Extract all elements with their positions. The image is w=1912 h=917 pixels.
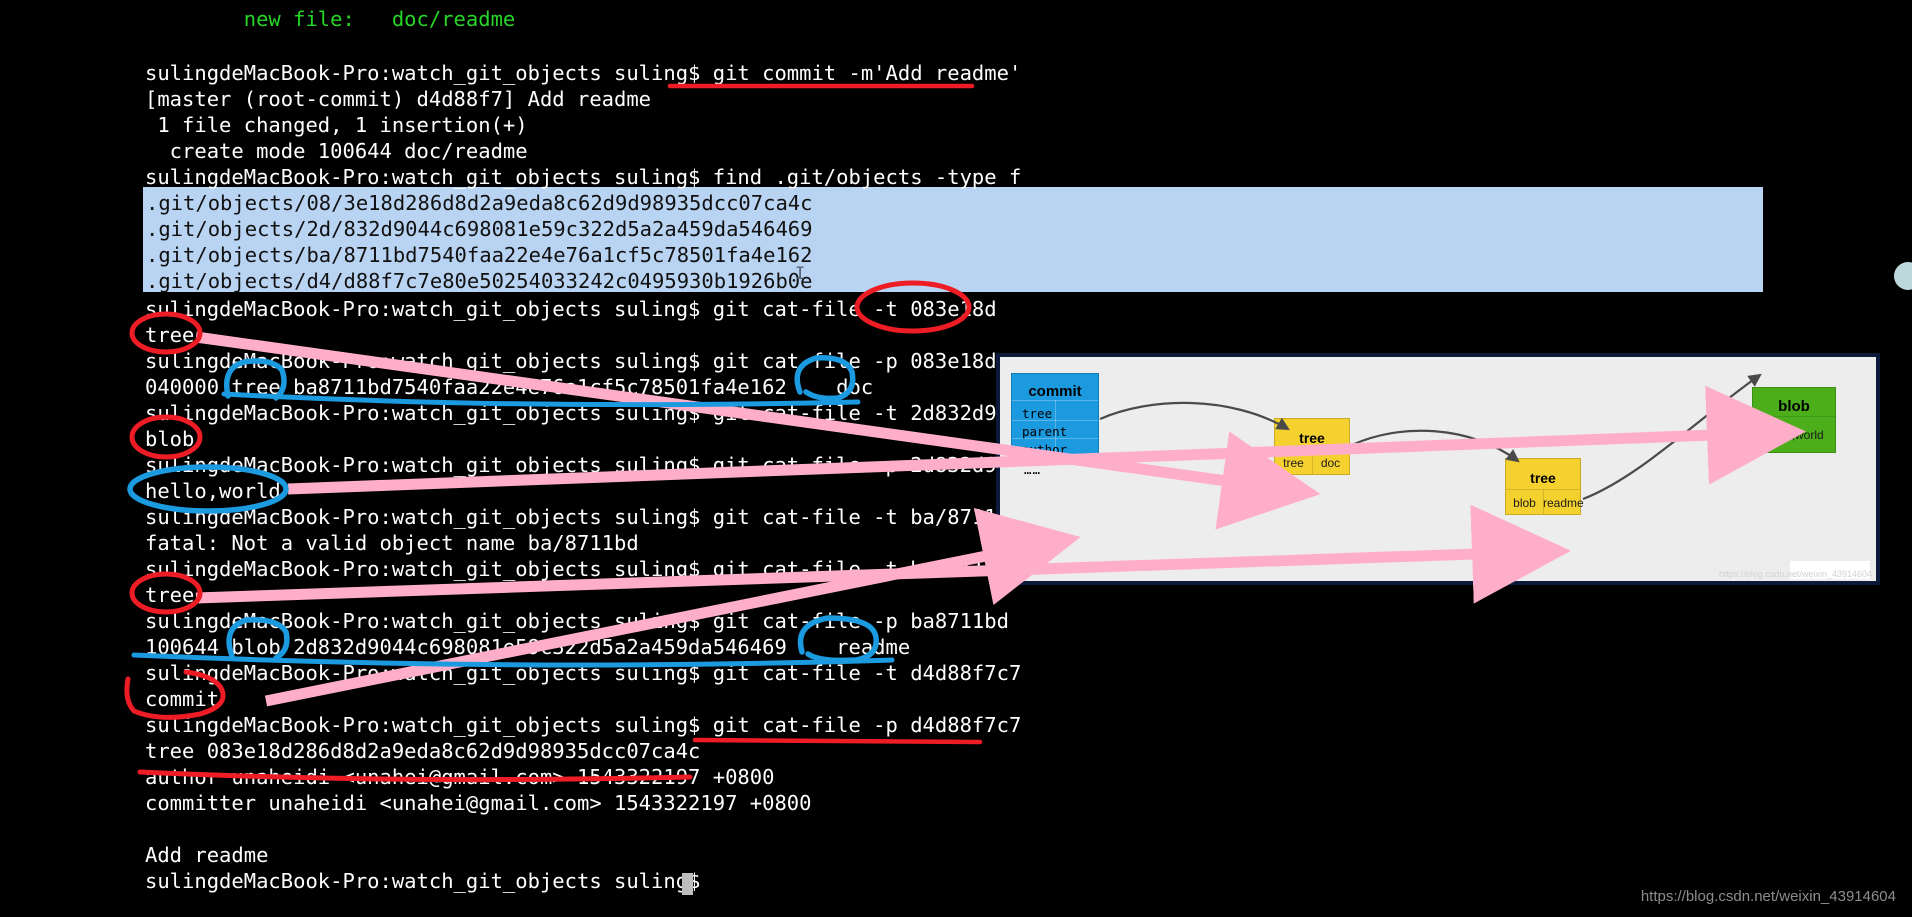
terminal-line-out-fatal: fatal: Not a valid object name ba/8711bd [145, 531, 639, 555]
terminal-line-cmd-cat-file-t-ba-slash: sulingdeMacBook-Pro:watch_git_objects su… [145, 505, 1022, 529]
terminal-line-out-hello-world: hello,world [145, 479, 281, 503]
terminal-line-out-master: [master (root-commit) d4d88f7] Add readm… [145, 87, 652, 111]
terminal-line-out-create-mode: create mode 100644 doc/readme [145, 139, 528, 163]
terminal-line-cmd-cat-file-t-083: sulingdeMacBook-Pro:watch_git_objects su… [145, 297, 997, 321]
arrow-commit-to-tree1 [1099, 401, 1290, 431]
terminal-line-out-tree-1: tree [145, 323, 195, 347]
terminal-line-out-author: author unaheidi <unahei@gmail.com> 15433… [145, 765, 775, 789]
diagram-connectors [1099, 373, 1762, 501]
arrow-tree2-to-blob [1582, 373, 1762, 501]
selection-line: .git/objects/d4/d88f7c7e80e50254033242c0… [146, 269, 813, 293]
terminal-line-new-file: new file: doc/readme [145, 7, 516, 31]
terminal-block-cursor [682, 873, 693, 895]
terminal-line-cmd-cat-file-p-2d8: sulingdeMacBook-Pro:watch_git_objects su… [145, 453, 1009, 477]
terminal-line-cmd-find: sulingdeMacBook-Pro:watch_git_objects su… [145, 165, 1022, 189]
page-watermark: https://blog.csdn.net/weixin_43914604 [1640, 888, 1896, 905]
terminal-line-cmd-cat-file-t-d4d: sulingdeMacBook-Pro:watch_git_objects su… [145, 661, 1022, 685]
terminal-line-cmd-cat-file-p-d4d: sulingdeMacBook-Pro:watch_git_objects su… [145, 713, 1022, 737]
terminal-line-out-blob-entry-readme: 100644 blob 2d832d9044c698081e59c322d5a2… [145, 635, 911, 659]
terminal-line-out-tree-hash: tree 083e18d286d8d2a9eda8c62d9d98935dcc0… [145, 739, 701, 763]
terminal-line-cmd-cat-file-t-ba8: sulingdeMacBook-Pro:watch_git_objects su… [145, 557, 1009, 581]
arrow-tree1-to-tree2 [1351, 429, 1520, 463]
terminal-line-cmd-git-commit: sulingdeMacBook-Pro:watch_git_objects su… [145, 61, 1022, 85]
terminal-line-out-commit: commit [145, 687, 220, 711]
selection-line: .git/objects/ba/8711bd7540faa22e4e76a1cf… [146, 243, 813, 267]
git-object-model-diagram: commit tree parent author …… tree tree d… [996, 353, 1880, 585]
terminal-line-cmd-cat-file-p-ba8: sulingdeMacBook-Pro:watch_git_objects su… [145, 609, 1009, 633]
terminal-prompt-active[interactable]: sulingdeMacBook-Pro:watch_git_objects su… [145, 868, 713, 894]
selection-line: .git/objects/08/3e18d286d8d2a9eda8c62d9d… [146, 191, 813, 215]
terminal-line-out-file-changed: 1 file changed, 1 insertion(+) [145, 113, 528, 137]
terminal-line-cmd-cat-file-t-2d8: sulingdeMacBook-Pro:watch_git_objects su… [145, 401, 1009, 425]
terminal-line-cmd-cat-file-p-083: sulingdeMacBook-Pro:watch_git_objects su… [145, 349, 997, 373]
diagram-watermark: https://blog.csdn.net/weixin_43914604 [1718, 569, 1872, 579]
terminal-line-out-blob: blob [145, 427, 195, 451]
text-cursor-icon: I [795, 264, 806, 284]
terminal-line-out-add-readme: Add readme [145, 843, 269, 867]
selection-line: .git/objects/2d/832d9044c698081e59c322d5… [146, 217, 813, 241]
terminal-line-out-committer: committer unaheidi <unahei@gmail.com> 15… [145, 791, 812, 815]
terminal-line-out-tree-entry-doc: 040000 tree ba8711bd7540faa22e4e76a1cf5c… [145, 375, 874, 399]
terminal-line-out-tree-2: tree [145, 583, 195, 607]
screen: .git/objects/08/3e18d286d8d2a9eda8c62d9d… [0, 0, 1912, 917]
